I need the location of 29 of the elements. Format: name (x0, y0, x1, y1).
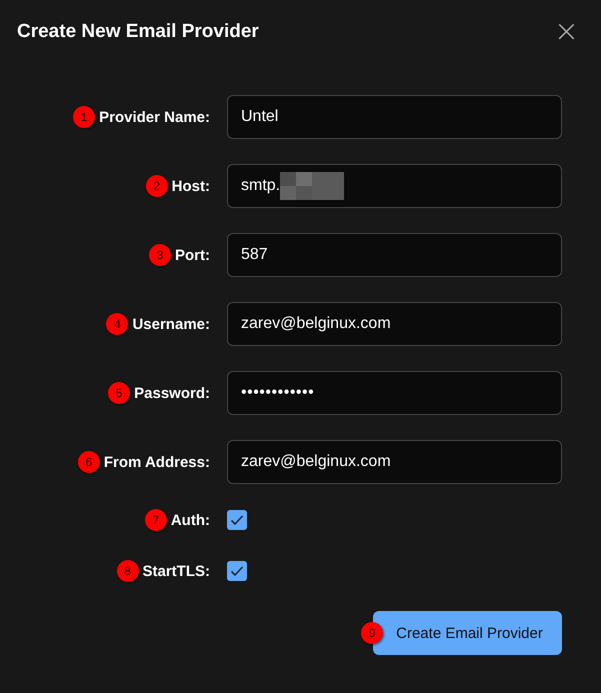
step-marker: 7 (144, 509, 167, 531)
input-field[interactable]: smtp. (227, 164, 562, 208)
field-label: Port: (175, 246, 210, 264)
close-button[interactable]: × (554, 19, 579, 45)
input-field[interactable]: zarev@belginux.com (227, 302, 562, 346)
field-label: Password: (134, 384, 210, 402)
check-icon (230, 565, 244, 577)
step-marker: 1 (73, 106, 96, 128)
field-label: Username: (132, 316, 210, 332)
input-field[interactable]: Untel (227, 95, 562, 139)
input-field[interactable]: 587 (227, 233, 562, 277)
input-field[interactable]: zarev@belginux.com (227, 440, 562, 484)
field-label: Provider Name: (99, 108, 210, 126)
field-label: From Address: (104, 454, 210, 470)
step-marker: 4 (106, 313, 128, 335)
step-marker: 2 (146, 175, 168, 197)
step-marker: 5 (108, 382, 130, 404)
step-marker: 8 (116, 560, 138, 582)
checkbox[interactable] (227, 561, 247, 581)
step-marker: 3 (149, 244, 171, 266)
field-label: Host: (172, 178, 210, 194)
field-label: Auth: (170, 512, 210, 528)
field-label: StartTLS: (142, 562, 210, 580)
step-marker: 6 (78, 451, 100, 473)
dialog-title: Create New Email Provider (17, 21, 259, 43)
password-field[interactable]: •••••••••••• (227, 371, 562, 415)
checkbox[interactable] (227, 510, 247, 530)
step-marker: 9 (361, 622, 383, 644)
check-icon (230, 514, 244, 526)
